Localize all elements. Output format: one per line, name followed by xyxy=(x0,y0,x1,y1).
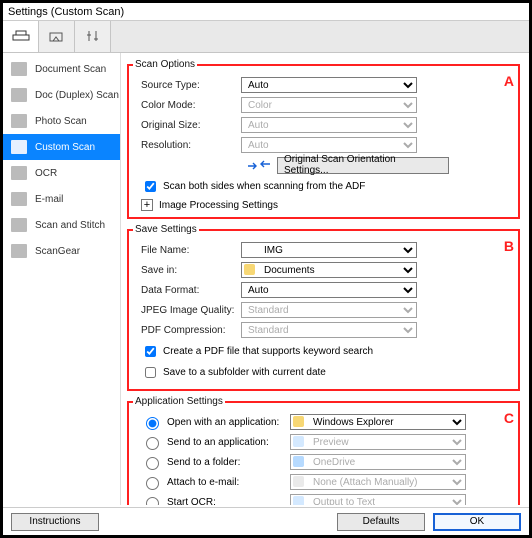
explorer-icon xyxy=(293,416,304,427)
badge-a: A xyxy=(504,73,514,89)
doc-icon xyxy=(11,62,27,76)
attach-email-select: None (Attach Manually) xyxy=(290,474,466,490)
sidebar-item-email[interactable]: E-mail xyxy=(3,186,120,212)
start-ocr-select: Output to Text xyxy=(290,494,466,505)
swap-orientation-icon[interactable] xyxy=(247,158,271,172)
image-processing-label: Image Processing Settings xyxy=(159,200,278,211)
send-folder-radio[interactable] xyxy=(146,457,159,470)
email-icon xyxy=(11,192,27,206)
resolution-select: Auto xyxy=(241,137,417,153)
tab-scanner-icon[interactable] xyxy=(3,21,39,52)
sidebar-item-custom-scan[interactable]: Custom Scan xyxy=(3,134,120,160)
attach-email-radio[interactable] xyxy=(146,477,159,490)
save-settings-legend: Save Settings xyxy=(133,224,199,235)
jpeg-quality-label: JPEG Image Quality: xyxy=(135,305,241,316)
file-name-label: File Name: xyxy=(135,245,241,256)
main-panel: Scan Options A Source Type: Auto Color M… xyxy=(121,53,529,505)
window-title: Settings (Custom Scan) xyxy=(3,3,529,21)
sidebar-item-label: Custom Scan xyxy=(35,142,95,153)
section-scan-options: Scan Options A Source Type: Auto Color M… xyxy=(127,59,520,219)
doc-duplex-icon xyxy=(11,88,27,102)
color-mode-label: Color Mode: xyxy=(135,100,241,111)
sidebar-item-label: ScanGear xyxy=(35,246,80,257)
badge-b: B xyxy=(504,238,514,254)
open-with-label: Open with an application: xyxy=(167,417,285,428)
footer: Instructions Defaults OK xyxy=(3,507,529,535)
sidebar-item-label: OCR xyxy=(35,168,57,179)
adf-both-sides-label: Scan both sides when scanning from the A… xyxy=(163,181,365,192)
subfolder-date-checkbox[interactable] xyxy=(145,367,156,378)
sidebar-item-label: Document Scan xyxy=(35,64,106,75)
scan-options-legend: Scan Options xyxy=(133,59,197,70)
instructions-button[interactable]: Instructions xyxy=(11,513,99,531)
ocr-icon xyxy=(11,166,27,180)
open-with-radio[interactable] xyxy=(146,417,159,430)
original-size-select: Auto xyxy=(241,117,417,133)
stitch-icon xyxy=(11,218,27,232)
orientation-settings-button[interactable]: Original Scan Orientation Settings... xyxy=(277,157,449,174)
source-type-select[interactable]: Auto xyxy=(241,77,417,93)
defaults-button[interactable]: Defaults xyxy=(337,513,425,531)
subfolder-date-label: Save to a subfolder with current date xyxy=(163,367,326,378)
tab-import-icon[interactable] xyxy=(39,21,75,52)
badge-c: C xyxy=(504,410,514,426)
sidebar-item-scangear[interactable]: ScanGear xyxy=(3,238,120,264)
sidebar-item-label: Scan and Stitch xyxy=(35,220,105,231)
ok-button[interactable]: OK xyxy=(433,513,521,531)
section-application-settings: Application Settings C Open with an appl… xyxy=(127,396,520,505)
sidebar-item-label: E-mail xyxy=(35,194,63,205)
original-size-label: Original Size: xyxy=(135,120,241,131)
sidebar-item-label: Doc (Duplex) Scan xyxy=(35,90,119,101)
pdf-keyword-label: Create a PDF file that supports keyword … xyxy=(163,346,373,357)
application-settings-legend: Application Settings xyxy=(133,396,225,407)
section-save-settings: Save Settings B File Name: IMG Save in: … xyxy=(127,224,520,391)
data-format-select[interactable]: Auto xyxy=(241,282,417,298)
sidebar-item-label: Photo Scan xyxy=(35,116,87,127)
jpeg-quality-select: Standard xyxy=(241,302,417,318)
resolution-label: Resolution: xyxy=(135,140,241,151)
tab-tools-icon[interactable] xyxy=(75,21,111,52)
attach-email-label: Attach to e-mail: xyxy=(167,477,285,488)
start-ocr-label: Start OCR: xyxy=(167,497,285,506)
scangear-icon xyxy=(11,244,27,258)
sidebar: Document Scan Doc (Duplex) Scan Photo Sc… xyxy=(3,53,121,505)
color-mode-select: Color xyxy=(241,97,417,113)
send-app-radio[interactable] xyxy=(146,437,159,450)
top-tab-bar xyxy=(3,21,529,53)
pdf-compression-label: PDF Compression: xyxy=(135,325,241,336)
start-ocr-radio[interactable] xyxy=(146,497,159,505)
photo-icon xyxy=(11,114,27,128)
sidebar-item-ocr[interactable]: OCR xyxy=(3,160,120,186)
sidebar-item-photo-scan[interactable]: Photo Scan xyxy=(3,108,120,134)
send-app-select: Preview xyxy=(290,434,466,450)
sidebar-item-scan-stitch[interactable]: Scan and Stitch xyxy=(3,212,120,238)
open-with-select[interactable]: Windows Explorer xyxy=(290,414,466,430)
send-folder-label: Send to a folder: xyxy=(167,457,285,468)
source-type-label: Source Type: xyxy=(135,80,241,91)
save-in-label: Save in: xyxy=(135,265,241,276)
folder-icon xyxy=(244,264,255,275)
adf-both-sides-checkbox[interactable] xyxy=(145,181,156,192)
pdf-keyword-checkbox[interactable] xyxy=(145,346,156,357)
sidebar-item-doc-duplex[interactable]: Doc (Duplex) Scan xyxy=(3,82,120,108)
file-name-select[interactable]: IMG xyxy=(241,242,417,258)
expand-image-processing-button[interactable]: + xyxy=(141,199,153,211)
custom-icon xyxy=(11,140,27,154)
send-folder-select: OneDrive xyxy=(290,454,466,470)
pdf-compression-select: Standard xyxy=(241,322,417,338)
save-in-select[interactable]: Documents xyxy=(241,262,417,278)
send-app-label: Send to an application: xyxy=(167,437,285,448)
sidebar-item-document-scan[interactable]: Document Scan xyxy=(3,56,120,82)
data-format-label: Data Format: xyxy=(135,285,241,296)
